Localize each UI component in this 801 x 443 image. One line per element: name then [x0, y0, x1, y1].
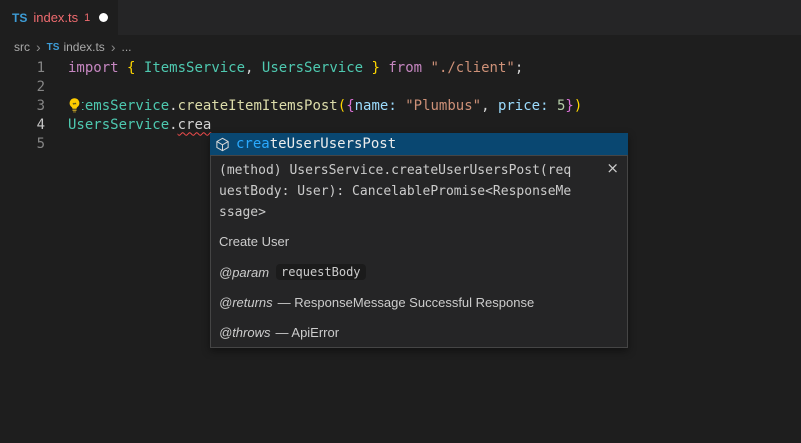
line-number: 4: [0, 117, 45, 133]
breadcrumb-item-symbols[interactable]: ...: [121, 40, 131, 54]
line-number: 2: [0, 79, 45, 95]
lightbulb-icon: [68, 98, 81, 113]
code-token: createItemItemsPost: [178, 98, 338, 114]
param-tag: @param: [219, 265, 269, 280]
close-icon[interactable]: ×: [606, 159, 619, 177]
code-token: price:: [498, 98, 549, 114]
throws-tag: @throws: [219, 325, 271, 340]
suggestion-details-panel: × (method) UsersService.createUserUsersP…: [210, 155, 628, 348]
code-line: 2: [0, 77, 801, 96]
code-token: }: [565, 98, 573, 114]
typescript-file-icon: TS: [12, 11, 27, 25]
code-token: ;: [515, 60, 523, 76]
code-token: crea: [178, 117, 212, 133]
doc-param-row: @param requestBody: [219, 264, 601, 280]
intellisense-suggest-widget: createUserUsersPost × (method) UsersServ…: [210, 133, 628, 348]
code-line: 4 UsersService.crea: [0, 115, 801, 134]
code-token: }: [372, 60, 380, 76]
code-token: "./client": [431, 60, 515, 76]
breadcrumb-item-file[interactable]: index.ts: [63, 40, 104, 54]
code-line: 1 import { ItemsService, UsersService } f…: [0, 58, 801, 77]
code-token: UsersService: [262, 60, 363, 76]
code-token: name:: [355, 98, 397, 114]
code-token: [397, 98, 405, 114]
code-text: import { ItemsService, UsersService } fr…: [68, 60, 523, 76]
returns-tag: @returns: [219, 295, 273, 310]
vscode-window: TS index.ts 1 src › TS index.ts › ... 1i…: [0, 0, 801, 443]
signature-line: uestBody: User): CancelablePromise<Respo…: [219, 181, 601, 202]
line-number: 3: [0, 98, 45, 114]
throws-text: — ApiError: [276, 325, 340, 340]
suggestion-item-selected[interactable]: createUserUsersPost: [210, 133, 628, 155]
returns-text: — ResponseMessage Successful Response: [278, 295, 535, 310]
chevron-right-icon: ›: [111, 41, 116, 53]
tab-bar: TS index.ts 1: [0, 0, 801, 35]
code-token: ItemsService: [68, 98, 169, 114]
code-token: {: [346, 98, 354, 114]
suggestion-rest-text: teUserUsersPost: [270, 136, 396, 152]
param-name-chip: requestBody: [276, 264, 365, 280]
tab-index-ts[interactable]: TS index.ts 1: [0, 0, 118, 35]
code-line: 3 ItemsService.createItemItemsPost({name:…: [0, 96, 801, 115]
signature-line: (method) UsersService.createUserUsersPos…: [219, 160, 601, 181]
code-token: UsersService: [68, 117, 169, 133]
code-token: ,: [481, 98, 498, 114]
signature-line: ssage>: [219, 202, 601, 223]
line-number: 1: [0, 60, 45, 76]
code-token: (: [338, 98, 346, 114]
code-token: ItemsService: [144, 60, 245, 76]
code-token: "Plumbus": [405, 98, 481, 114]
code-token: [549, 98, 557, 114]
breadcrumb: src › TS index.ts › ...: [14, 38, 132, 56]
line-number: 5: [0, 136, 45, 152]
code-token: .: [169, 98, 177, 114]
suggestion-match-text: crea: [236, 136, 270, 152]
code-token: ): [574, 98, 582, 114]
code-token: ,: [245, 60, 262, 76]
unsaved-changes-dot-icon[interactable]: [99, 13, 108, 22]
quick-fix-lightbulb-icon[interactable]: [66, 96, 82, 114]
doc-throws-row: @throws — ApiError: [219, 325, 601, 340]
code-token: from: [380, 60, 431, 76]
code-token: .: [169, 117, 177, 133]
code-token: [135, 60, 143, 76]
tab-problem-count-badge: 1: [84, 12, 90, 24]
typescript-file-icon: TS: [47, 42, 60, 53]
tab-label: index.ts: [33, 10, 78, 25]
code-token: import: [68, 60, 127, 76]
code-token: [363, 60, 371, 76]
code-text: ItemsService.createItemItemsPost({name: …: [68, 98, 582, 114]
code-text: UsersService.crea: [68, 117, 211, 133]
doc-returns-row: @returns — ResponseMessage Successful Re…: [219, 295, 601, 310]
breadcrumb-item-src[interactable]: src: [14, 40, 30, 54]
chevron-right-icon: ›: [36, 41, 41, 53]
symbol-method-icon: [215, 137, 230, 152]
doc-summary: Create User: [219, 234, 601, 249]
